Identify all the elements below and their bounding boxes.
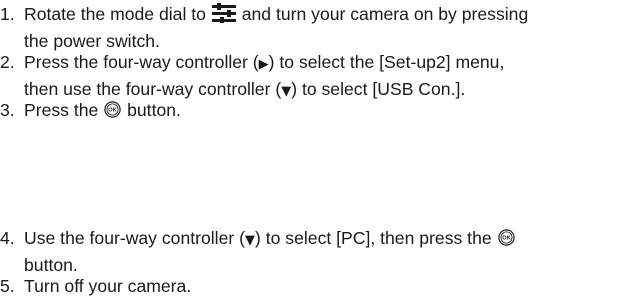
step-line: Turn off your camera. bbox=[24, 276, 192, 296]
step-text: Press the four-way controller (▶) to sel… bbox=[24, 50, 622, 104]
right-arrow-icon: ▶ bbox=[258, 57, 269, 72]
down-arrow-icon: ▼ bbox=[281, 84, 292, 99]
text-run: Use the four-way controller ( bbox=[24, 228, 245, 248]
svg-text:OK: OK bbox=[109, 108, 117, 114]
text-run: ) to select [USB Con.]. bbox=[291, 79, 466, 99]
ok-button-icon: OK bbox=[104, 100, 121, 124]
step-line: Press the OK button. bbox=[24, 98, 622, 124]
step-text: Press the OK button. bbox=[24, 98, 622, 124]
step-line: Press the four-way controller (▶) to sel… bbox=[24, 50, 622, 77]
step-number: 4. bbox=[0, 228, 15, 248]
text-run: ) to select [PC], then press the bbox=[254, 228, 492, 248]
setup-mode-icon bbox=[211, 3, 237, 29]
text-run: Press the bbox=[24, 100, 99, 120]
step-number: 5. bbox=[0, 276, 15, 296]
step-text: Rotate the mode dial to and turn your ca… bbox=[24, 2, 622, 53]
step-number: 2. bbox=[0, 52, 15, 72]
text-run: Rotate the mode dial to bbox=[24, 4, 206, 24]
step-text: Use the four-way controller (▼) to selec… bbox=[24, 226, 622, 277]
step-line: Use the four-way controller (▼) to selec… bbox=[24, 226, 622, 253]
step-number: 1. bbox=[0, 4, 15, 24]
down-arrow-icon: ▼ bbox=[244, 233, 255, 248]
step-line: Rotate the mode dial to and turn your ca… bbox=[24, 2, 622, 29]
text-run: then use the four-way controller ( bbox=[24, 79, 282, 99]
text-run: Press the four-way controller ( bbox=[24, 52, 259, 72]
ok-button-icon: OK bbox=[497, 228, 515, 252]
instruction-page: 1. Rotate the mode dial to and turn your… bbox=[0, 0, 625, 298]
step-text: Turn off your camera. bbox=[24, 274, 622, 298]
text-run: and turn your camera on by pressing bbox=[241, 4, 529, 24]
text-run: ) to select the [Set-up2] menu, bbox=[268, 52, 505, 72]
svg-text:OK: OK bbox=[502, 236, 510, 242]
text-run: button. bbox=[127, 100, 181, 120]
step-number: 3. bbox=[0, 100, 15, 120]
